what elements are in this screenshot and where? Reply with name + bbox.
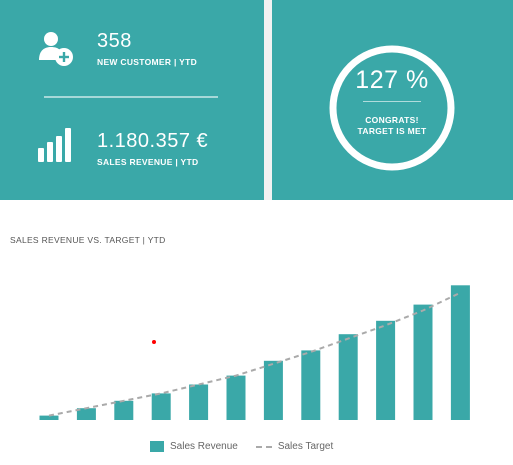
legend-swatch-revenue (150, 441, 164, 452)
target-message: CONGRATS! TARGET IS MET (327, 115, 457, 137)
chart-title: SALES REVENUE VS. TARGET | YTD (10, 235, 166, 245)
revenue-bar-7 (263, 360, 283, 420)
add-user-icon (39, 32, 73, 66)
bar-chart-icon (38, 128, 71, 162)
revenue-bar-11 (413, 304, 433, 420)
legend-label-revenue: Sales Revenue (170, 441, 238, 452)
revenue-bar-4 (151, 393, 171, 420)
new-customer-label: NEW CUSTOMER | YTD (97, 57, 198, 67)
target-message-line1: CONGRATS! (365, 115, 419, 125)
revenue-bar-1 (39, 415, 59, 420)
sales-revenue-value: 1.180.357 € (97, 130, 209, 152)
revenue-bar-9 (338, 334, 358, 420)
target-message-line2: TARGET IS MET (357, 126, 427, 136)
target-ring (329, 45, 455, 171)
target-percent: 127 % (355, 66, 429, 94)
ring-divider (363, 101, 421, 102)
revenue-bar-8 (301, 350, 321, 420)
sales-chart (39, 285, 470, 420)
chart-legend: Sales Revenue Sales Target (150, 441, 351, 452)
dashboard: 358 NEW CUSTOMER | YTD 1.180.357 € SALES… (0, 0, 513, 465)
revenue-bar-5 (189, 384, 209, 420)
legend-item-target: Sales Target (255, 441, 334, 452)
revenue-bar-10 (376, 320, 396, 420)
marker-dot (152, 340, 156, 344)
legend-swatch-target (255, 445, 272, 448)
sales-target-line (48, 291, 461, 417)
panel-separator (264, 0, 272, 200)
new-customer-kpi: 358 NEW CUSTOMER | YTD (97, 30, 197, 67)
legend-label-target: Sales Target (277, 441, 334, 452)
revenue-bar-12 (450, 285, 470, 420)
legend-item-revenue: Sales Revenue (150, 441, 238, 452)
revenue-bar-3 (114, 400, 134, 420)
sales-revenue-kpi: 1.180.357 € SALES REVENUE | YTD (97, 130, 208, 167)
sales-revenue-label: SALES REVENUE | YTD (97, 157, 199, 167)
new-customer-value: 358 (97, 30, 132, 52)
kpi-divider (44, 96, 218, 98)
revenue-bar-6 (226, 375, 246, 420)
